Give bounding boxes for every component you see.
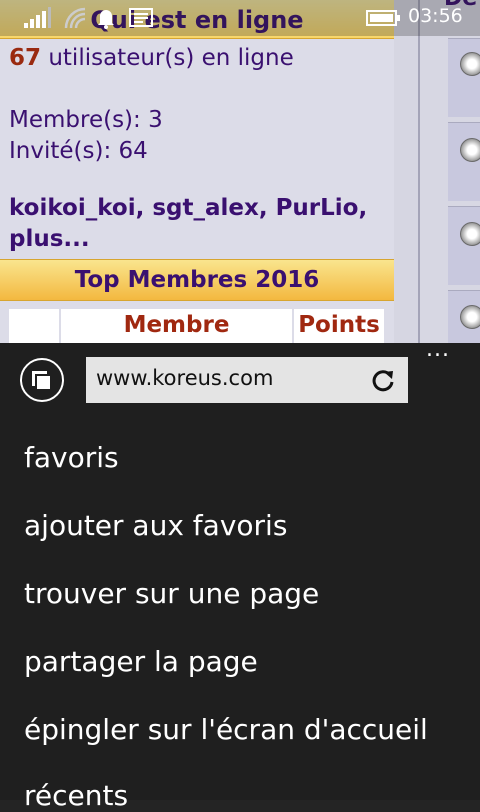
webpage-viewport[interactable]: Qui est en ligne 67 utilisateur(s) en li… (0, 0, 480, 343)
top-members-title: Top Membres 2016 (0, 259, 394, 301)
status-clock: 03:56 (408, 5, 463, 27)
notification-bell-icon (98, 10, 114, 29)
members-stat: Membre(s): 3 (9, 107, 163, 133)
menu-item-share-page[interactable]: partager la page (24, 645, 258, 678)
menu-item-recent[interactable]: récents (24, 779, 128, 812)
signal-icon (24, 7, 51, 28)
table-header-points: Points (294, 309, 384, 343)
guests-stat: Invité(s): 64 (9, 138, 148, 164)
online-count-line: 67 utilisateur(s) en ligne (9, 45, 294, 71)
wifi-icon (64, 7, 86, 29)
message-icon (129, 8, 153, 27)
more-options-button[interactable]: ... (426, 339, 460, 365)
address-bar[interactable]: www.koreus.com (86, 357, 408, 403)
gear-icon (460, 222, 480, 246)
address-url[interactable]: www.koreus.com (96, 366, 273, 390)
menu-item-favorites[interactable]: favoris (24, 441, 119, 474)
menu-item-pin-to-start[interactable]: épingler sur l'écran d'accueil (24, 713, 428, 746)
table-header-member: Membre (61, 309, 292, 343)
right-column: De (418, 0, 480, 343)
menu-item-add-favorite[interactable]: ajouter aux favoris (24, 509, 287, 542)
menu-item-find-on-page[interactable]: trouver sur une page (24, 577, 319, 610)
browser-app-bar: www.koreus.com ... favoris ajouter aux f… (0, 339, 480, 812)
left-column: Qui est en ligne 67 utilisateur(s) en li… (0, 0, 394, 343)
gear-icon (460, 138, 480, 162)
online-members-list[interactable]: koikoi_koi, sgt_alex, PurLio, plus... (9, 193, 389, 255)
gear-icon (460, 52, 480, 76)
status-bar: 03:56 (0, 0, 480, 36)
list-item[interactable] (448, 38, 480, 117)
online-count-number: 67 (9, 45, 42, 71)
table-header-rank (9, 309, 59, 343)
battery-icon (366, 10, 400, 26)
gear-icon (460, 305, 480, 329)
tabs-button[interactable] (20, 358, 64, 402)
tabs-icon (32, 371, 52, 391)
top-members-table-header: Membre Points (9, 309, 386, 343)
refresh-icon[interactable] (369, 366, 397, 394)
online-count-label: utilisateur(s) en ligne (48, 45, 294, 71)
